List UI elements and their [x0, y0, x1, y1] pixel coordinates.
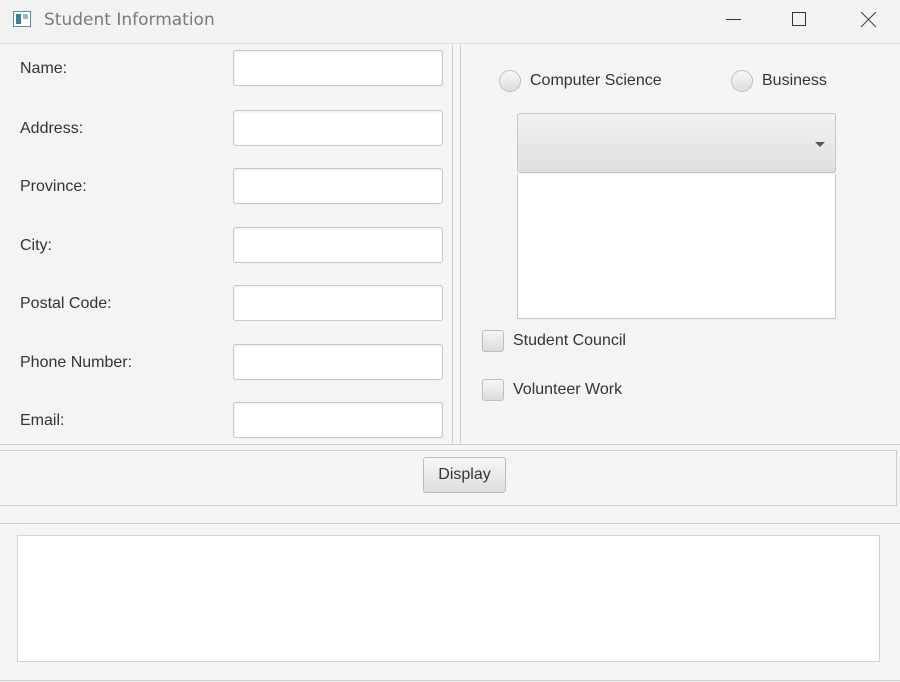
checkbox-icon [482, 379, 504, 401]
business-radio[interactable]: Business [731, 70, 827, 92]
display-button[interactable]: Display [423, 457, 506, 493]
postal-code-field[interactable] [233, 285, 443, 321]
email-field[interactable] [233, 402, 443, 438]
checkbox-icon [482, 330, 504, 352]
chevron-down-icon[interactable] [815, 142, 825, 147]
city-field[interactable] [233, 227, 443, 263]
course-list-view[interactable] [517, 174, 836, 319]
student-information-window: Student Information Name: Address: Provi… [0, 0, 900, 682]
maximize-button[interactable] [776, 0, 822, 40]
output-text-area[interactable] [17, 535, 880, 662]
radio-circle-icon [499, 70, 521, 92]
window-title: Student Information [44, 10, 215, 30]
student-council-checkbox[interactable]: Student Council [482, 330, 626, 352]
radio-circle-icon [731, 70, 753, 92]
app-window-icon [13, 11, 31, 27]
name-label: Name: [20, 60, 68, 77]
postal-code-label: Postal Code: [20, 295, 112, 312]
computer-science-radio[interactable]: Computer Science [499, 70, 662, 92]
phone-number-label: Phone Number: [20, 354, 133, 371]
student-details-pane: Name: Address: Province: City: Postal Co… [0, 45, 452, 443]
computer-science-label: Computer Science [530, 72, 662, 89]
student-council-label: Student Council [513, 332, 626, 349]
minimize-icon [726, 19, 741, 20]
output-region [0, 523, 900, 682]
name-field[interactable] [233, 50, 443, 86]
city-label: City: [20, 237, 52, 254]
bottom-divider [0, 680, 900, 681]
address-label: Address: [20, 120, 84, 137]
minimize-button[interactable] [710, 0, 756, 40]
course-combo-box[interactable] [517, 113, 836, 173]
phone-number-field[interactable] [233, 344, 443, 380]
close-icon [860, 11, 877, 28]
program-pane: Computer Science Business Student Counci… [461, 45, 900, 443]
maximize-icon [792, 12, 806, 26]
title-bar: Student Information [0, 0, 900, 44]
volunteer-work-checkbox[interactable]: Volunteer Work [482, 379, 622, 401]
button-bar: Display [0, 450, 897, 506]
close-button[interactable] [845, 0, 891, 40]
business-label: Business [762, 72, 827, 89]
province-label: Province: [20, 178, 87, 195]
address-field[interactable] [233, 110, 443, 146]
email-label: Email: [20, 412, 65, 429]
split-pane-divider[interactable] [452, 45, 461, 443]
volunteer-work-label: Volunteer Work [513, 381, 623, 398]
form-region: Name: Address: Province: City: Postal Co… [0, 45, 900, 445]
province-field[interactable] [233, 168, 443, 204]
